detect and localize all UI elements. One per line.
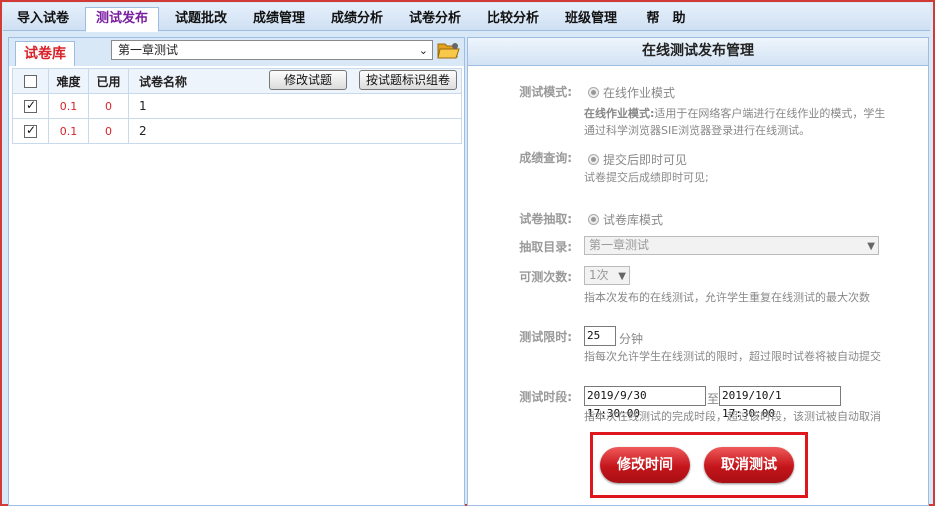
test-count-description: 指本次发布的在线测试，允许学生重复在线测试的最大次数 bbox=[584, 291, 870, 304]
row-checkbox-cell bbox=[12, 118, 49, 144]
paper-name-cell: 1 bbox=[128, 93, 462, 119]
time-limit-unit: 分钟 bbox=[619, 332, 644, 346]
column-header-difficulty: 难度 bbox=[48, 68, 89, 94]
score-query-option: 提交后即时可见 bbox=[588, 151, 687, 168]
period-end-input[interactable]: 2019/10/1 17:30:00 bbox=[719, 386, 841, 420]
test-mode-radio[interactable] bbox=[588, 87, 599, 98]
open-folder-icon[interactable] bbox=[437, 40, 461, 60]
edit-question-button[interactable]: 修改试题 bbox=[269, 70, 347, 90]
test-period-description: 指本次在线测试的完成时段，超过该时段，该测试被自动取消 bbox=[584, 410, 881, 423]
difficulty-cell: 0.1 bbox=[48, 93, 89, 119]
tab-grading[interactable]: 试题批改 bbox=[165, 8, 237, 32]
extract-directory-label: 抽取目录: bbox=[519, 240, 572, 254]
main-tab-bar: 导入试卷 测试发布 试题批改 成绩管理 成绩分析 试卷分析 比较分析 班级管理 … bbox=[3, 3, 930, 32]
paper-name-cell: 2 bbox=[128, 118, 462, 144]
tab-import-paper[interactable]: 导入试卷 bbox=[9, 8, 77, 32]
chevron-down-icon: ▼ bbox=[618, 271, 626, 282]
chevron-down-icon: ▼ bbox=[867, 241, 875, 252]
table-row[interactable]: 0.1 0 1 bbox=[12, 93, 462, 119]
time-limit-description: 指每次允许学生在线测试的限时，超过限时试卷将被自动提交 bbox=[584, 350, 881, 363]
difficulty-cell: 0.1 bbox=[48, 118, 89, 144]
test-period-label: 测试时段: bbox=[519, 390, 572, 404]
tab-compare-analysis[interactable]: 比较分析 bbox=[477, 8, 549, 32]
paper-extract-radio[interactable] bbox=[588, 214, 599, 225]
extract-directory-value: 第一章测试 bbox=[589, 238, 650, 252]
row-checkbox-cell bbox=[12, 93, 49, 119]
extract-directory-select[interactable]: 第一章测试 ▼ bbox=[584, 236, 879, 255]
chevron-down-icon: ⌄ bbox=[418, 44, 428, 57]
score-query-value: 提交后即时可见 bbox=[603, 153, 688, 167]
test-mode-desc-line1: 适用于在网络客户端进行在线作业的模式，学生 bbox=[654, 107, 886, 120]
period-start-input[interactable]: 2019/9/30 17:30:00 bbox=[584, 386, 706, 420]
tab-test-publish[interactable]: 测试发布 bbox=[85, 7, 159, 32]
tab-help[interactable]: 帮 助 bbox=[635, 8, 697, 32]
chapter-select-value: 第一章测试 bbox=[118, 43, 179, 57]
paper-extract-label: 试卷抽取: bbox=[519, 212, 572, 226]
used-cell: 0 bbox=[88, 93, 129, 119]
paper-extract-option: 试卷库模式 bbox=[588, 211, 663, 228]
select-all-cell bbox=[12, 68, 49, 94]
table-row[interactable]: 0.1 0 2 bbox=[12, 118, 462, 144]
publish-panel-title: 在线测试发布管理 bbox=[468, 38, 928, 66]
column-header-used: 已用 bbox=[88, 68, 129, 94]
paper-library-panel: 试卷库 第一章测试 ⌄ 难度 已用 试卷名称 0.1 0 1 0.1 0 2 bbox=[8, 37, 465, 506]
row-checkbox[interactable] bbox=[24, 123, 37, 138]
library-header: 试卷库 第一章测试 ⌄ bbox=[9, 38, 464, 66]
score-query-radio[interactable] bbox=[588, 154, 599, 165]
test-mode-desc-title: 在线作业模式: bbox=[584, 107, 655, 120]
period-to-label: 至 bbox=[707, 392, 720, 406]
library-tab[interactable]: 试卷库 bbox=[15, 41, 75, 66]
modify-time-button[interactable]: 修改时间 bbox=[600, 447, 690, 483]
test-count-value: 1次 bbox=[589, 268, 609, 282]
paper-extract-value: 试卷库模式 bbox=[603, 213, 664, 227]
used-cell: 0 bbox=[88, 118, 129, 144]
select-all-checkbox[interactable] bbox=[24, 75, 37, 88]
chapter-select[interactable]: 第一章测试 ⌄ bbox=[111, 40, 433, 60]
test-mode-label: 测试模式: bbox=[519, 85, 572, 99]
time-limit-input[interactable]: 25 bbox=[584, 326, 616, 346]
test-mode-value: 在线作业模式 bbox=[603, 86, 676, 100]
test-count-select[interactable]: 1次 ▼ bbox=[584, 266, 630, 285]
tab-score-analysis[interactable]: 成绩分析 bbox=[321, 8, 393, 32]
test-mode-description: 在线作业模式:适用于在网络客户端进行在线作业的模式，学生 通过科学浏览器SIE浏… bbox=[584, 105, 924, 139]
score-query-description: 试卷提交后成绩即时可见; bbox=[584, 171, 709, 184]
tab-class-management[interactable]: 班级管理 bbox=[555, 8, 627, 32]
test-mode-desc-line2: 通过科学浏览器SIE浏览器登录进行在线测试。 bbox=[584, 124, 811, 137]
cancel-test-button[interactable]: 取消测试 bbox=[704, 447, 794, 483]
row-checkbox[interactable] bbox=[24, 98, 37, 113]
test-mode-option: 在线作业模式 bbox=[588, 84, 675, 101]
group-by-mark-button[interactable]: 按试题标识组卷 bbox=[359, 70, 457, 90]
score-query-label: 成绩查询: bbox=[519, 151, 572, 165]
time-limit-label: 测试限时: bbox=[519, 330, 572, 344]
tab-score-management[interactable]: 成绩管理 bbox=[243, 8, 315, 32]
test-count-label: 可测次数: bbox=[519, 270, 572, 284]
tab-paper-analysis[interactable]: 试卷分析 bbox=[399, 8, 471, 32]
